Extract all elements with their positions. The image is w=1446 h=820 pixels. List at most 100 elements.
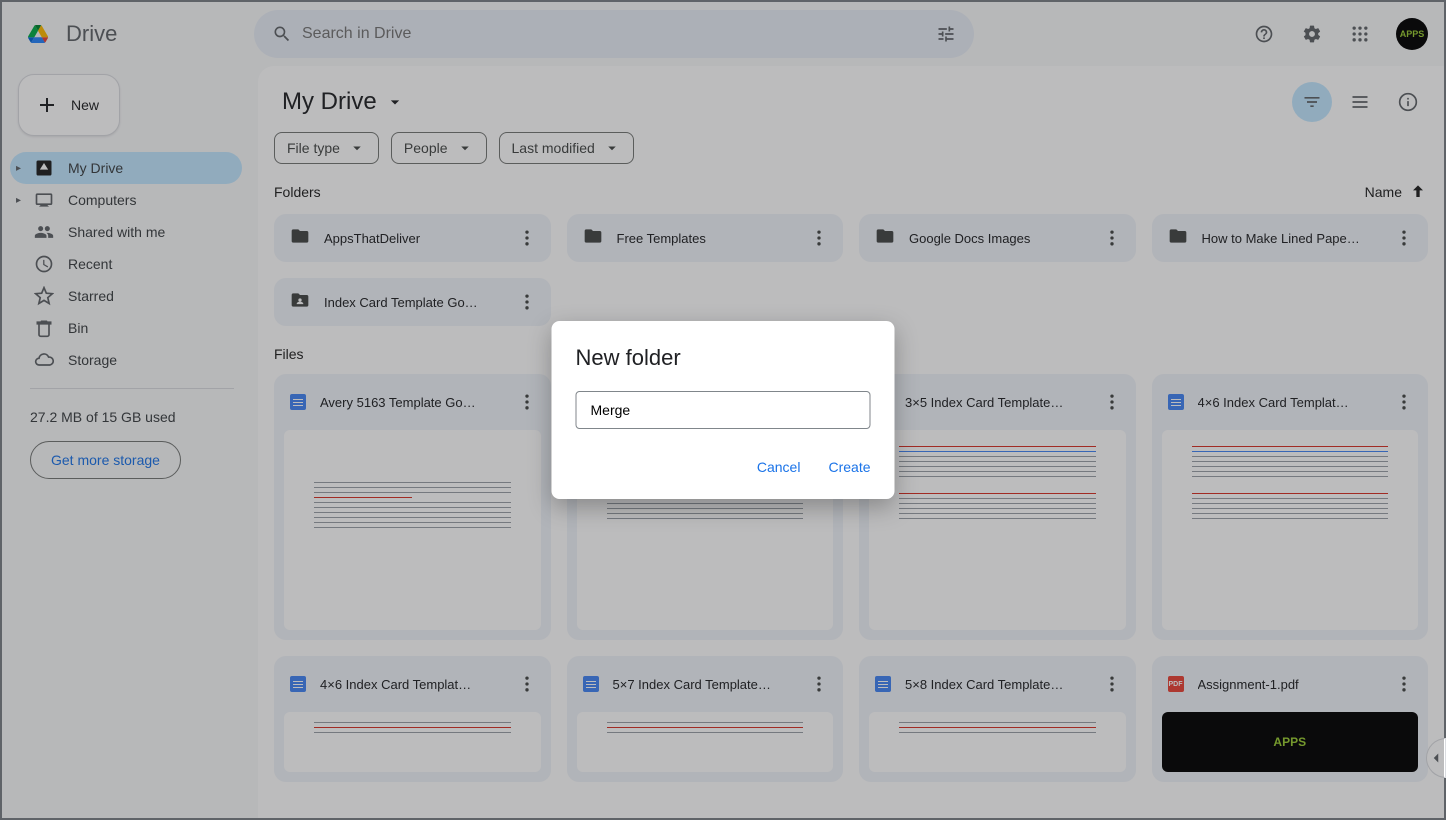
file-card[interactable]: 5×7 Index Card Template…: [567, 656, 844, 782]
more-icon[interactable]: [511, 386, 543, 418]
new-button-label: New: [71, 97, 99, 113]
file-name: 5×7 Index Card Template…: [613, 677, 790, 692]
sidebar-item-recent[interactable]: Recent: [10, 248, 242, 280]
file-thumbnail: [284, 712, 541, 772]
get-storage-button[interactable]: Get more storage: [30, 441, 181, 479]
sidebar-item-storage[interactable]: Storage: [10, 344, 242, 376]
sidebar-item-shared-with-me[interactable]: Shared with me: [10, 216, 242, 248]
help-icon[interactable]: [1244, 14, 1284, 54]
folders-section-header: Folders Name: [274, 182, 1428, 202]
header: Drive APPS: [2, 2, 1444, 66]
chevron-right-icon[interactable]: ▸: [16, 163, 21, 174]
nav-label: Shared with me: [68, 224, 165, 240]
file-thumbnail: [869, 430, 1126, 630]
file-name: Avery 5163 Template Go…: [320, 395, 497, 410]
folder-name-input[interactable]: [576, 391, 871, 429]
filter-icon[interactable]: [1292, 82, 1332, 122]
docs-icon: [1168, 394, 1184, 410]
sort-label: Name: [1365, 184, 1402, 200]
new-folder-dialog: New folder Cancel Create: [552, 321, 895, 499]
more-icon[interactable]: [803, 222, 835, 254]
cancel-button[interactable]: Cancel: [757, 459, 801, 475]
folder-icon: [290, 290, 310, 315]
chevron-down-icon: [385, 92, 405, 112]
more-icon[interactable]: [1388, 668, 1420, 700]
filter-chips: File type People Last modified: [274, 132, 1428, 164]
chevron-right-icon[interactable]: ▸: [16, 195, 21, 206]
chevron-down-icon: [456, 139, 474, 157]
more-icon[interactable]: [1388, 386, 1420, 418]
settings-icon[interactable]: [1292, 14, 1332, 54]
search-input[interactable]: [302, 25, 926, 43]
file-name: 4×6 Index Card Templat…: [1198, 395, 1375, 410]
file-card-header: 4×6 Index Card Templat…: [274, 656, 551, 712]
file-thumbnail: [577, 712, 834, 772]
filter-chip-last-modified[interactable]: Last modified: [499, 132, 634, 164]
file-thumbnail: [869, 712, 1126, 772]
nav-list: ▸My Drive▸Computers Shared with me Recent S…: [10, 152, 242, 376]
apps-icon[interactable]: [1340, 14, 1380, 54]
more-icon[interactable]: [803, 668, 835, 700]
sidebar-item-bin[interactable]: Bin: [10, 312, 242, 344]
folder-card[interactable]: Free Templates: [567, 214, 844, 262]
more-icon[interactable]: [1096, 386, 1128, 418]
folder-card[interactable]: Google Docs Images: [859, 214, 1136, 262]
info-icon[interactable]: [1388, 82, 1428, 122]
computer-icon: [34, 190, 54, 210]
more-icon[interactable]: [1096, 222, 1128, 254]
more-icon[interactable]: [511, 222, 543, 254]
files-label: Files: [274, 346, 304, 362]
sidebar-item-my-drive[interactable]: ▸My Drive: [10, 152, 242, 184]
folder-card[interactable]: How to Make Lined Pape…: [1152, 214, 1429, 262]
create-button[interactable]: Create: [828, 459, 870, 475]
file-name: 4×6 Index Card Templat…: [320, 677, 497, 692]
more-icon[interactable]: [511, 668, 543, 700]
sort-button[interactable]: Name: [1365, 182, 1428, 202]
header-tools: APPS: [1244, 14, 1428, 54]
folders-label: Folders: [274, 184, 321, 200]
search-icon[interactable]: [262, 14, 302, 54]
file-card-header: 5×8 Index Card Template…: [859, 656, 1136, 712]
file-card-header: 5×7 Index Card Template…: [567, 656, 844, 712]
breadcrumb[interactable]: My Drive: [274, 84, 413, 120]
chevron-down-icon: [348, 139, 366, 157]
more-icon[interactable]: [1096, 668, 1128, 700]
view-toolbar: [1292, 82, 1428, 122]
file-card[interactable]: 4×6 Index Card Templat…: [274, 656, 551, 782]
more-icon[interactable]: [511, 286, 543, 318]
file-card[interactable]: PDFAssignment-1.pdfAPPS: [1152, 656, 1429, 782]
file-card[interactable]: 5×8 Index Card Template…: [859, 656, 1136, 782]
star-icon: [34, 286, 54, 306]
folder-card[interactable]: AppsThatDeliver: [274, 214, 551, 262]
folders-grid: AppsThatDeliver Free Templates Google Docs…: [274, 214, 1428, 326]
file-card[interactable]: 4×6 Index Card Templat…: [1152, 374, 1429, 640]
sidebar: New ▸My Drive▸Computers Shared with me Rec…: [2, 66, 258, 818]
folder-icon: [583, 226, 603, 251]
nav-label: Recent: [68, 256, 112, 272]
chevron-left-icon: [1427, 748, 1445, 768]
sidebar-item-starred[interactable]: Starred: [10, 280, 242, 312]
file-name: 5×8 Index Card Template…: [905, 677, 1082, 692]
more-icon[interactable]: [1388, 222, 1420, 254]
docs-icon: [290, 676, 306, 692]
docs-icon: [875, 676, 891, 692]
search-options-icon[interactable]: [926, 14, 966, 54]
file-card[interactable]: Avery 5163 Template Go…: [274, 374, 551, 640]
sidebar-item-computers[interactable]: ▸Computers: [10, 184, 242, 216]
nav-label: Starred: [68, 288, 114, 304]
file-name: 3×5 Index Card Template…: [905, 395, 1082, 410]
drive-logo-icon[interactable]: [18, 14, 58, 54]
file-card-header: Avery 5163 Template Go…: [274, 374, 551, 430]
file-thumbnail: [284, 430, 541, 630]
pdf-icon: PDF: [1168, 676, 1184, 692]
filter-chip-file-type[interactable]: File type: [274, 132, 379, 164]
filter-chip-people[interactable]: People: [391, 132, 487, 164]
main-header: My Drive: [274, 82, 1428, 122]
folder-card[interactable]: Index Card Template Go…: [274, 278, 551, 326]
new-button[interactable]: New: [18, 74, 120, 136]
file-card[interactable]: 3×5 Index Card Template…: [859, 374, 1136, 640]
list-view-icon[interactable]: [1340, 82, 1380, 122]
file-thumbnail: APPS: [1162, 712, 1419, 772]
account-avatar[interactable]: APPS: [1396, 18, 1428, 50]
people-icon: [34, 222, 54, 242]
